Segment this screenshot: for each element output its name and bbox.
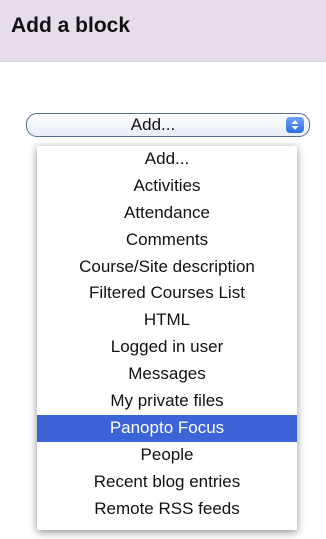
option-panopto-focus[interactable]: Panopto Focus (37, 414, 297, 442)
option-remote-rss-feeds[interactable]: Remote RSS feeds (37, 496, 297, 523)
select-arrows-icon[interactable] (286, 117, 304, 133)
option-messages[interactable]: Messages (37, 361, 297, 388)
option-activities[interactable]: Activities (37, 173, 297, 200)
block-title: Add a block (11, 14, 131, 37)
option-attendance[interactable]: Attendance (37, 200, 297, 227)
option-add[interactable]: Add... (37, 146, 297, 173)
dropdown-list: Add... Activities Attendance Comments Co… (37, 146, 297, 522)
block-header: Add a block (0, 0, 326, 62)
option-people[interactable]: People (37, 442, 297, 469)
option-logged-in-user[interactable]: Logged in user (37, 334, 297, 361)
select-value: Add... (130, 115, 176, 134)
dropdown-menu: Add... Activities Attendance Comments Co… (37, 146, 297, 530)
option-html[interactable]: HTML (37, 307, 297, 334)
option-comments[interactable]: Comments (37, 227, 297, 254)
option-filtered-courses-list[interactable]: Filtered Courses List (37, 280, 297, 307)
add-block-select[interactable]: Add... (26, 113, 310, 137)
option-recent-blog-entries[interactable]: Recent blog entries (37, 469, 297, 496)
option-course-site-description[interactable]: Course/Site description (37, 254, 297, 281)
option-my-private-files[interactable]: My private files (37, 388, 297, 415)
